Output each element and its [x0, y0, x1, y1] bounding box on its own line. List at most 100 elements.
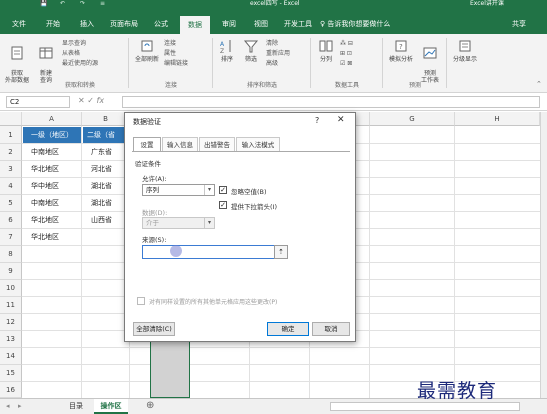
connections-button[interactable]: 连接: [164, 40, 176, 48]
dropdown-arrow-checkbox[interactable]: ✓: [219, 201, 227, 209]
remove-duplicates-icon[interactable]: ⊞ ⊡: [340, 50, 352, 58]
row-header[interactable]: 7: [0, 229, 22, 246]
edit-links-button[interactable]: 编辑链接: [164, 60, 188, 68]
from-table-button[interactable]: 从表格: [62, 50, 80, 58]
recent-sources-button[interactable]: 最近使用的源: [62, 60, 98, 68]
row-header[interactable]: 11: [0, 297, 22, 314]
show-queries-button[interactable]: 显示查询: [62, 40, 86, 48]
close-icon[interactable]: ✕: [337, 115, 345, 125]
source-input[interactable]: [142, 245, 288, 259]
tell-me-box[interactable]: ♀ 告诉我你想要做什么: [320, 16, 390, 32]
table-cell[interactable]: [83, 229, 129, 245]
new-query-button[interactable]: 新建 查询: [34, 38, 58, 84]
prev-sheet-icon[interactable]: ◂: [6, 402, 10, 410]
table-cell[interactable]: 华北地区: [23, 229, 81, 245]
table-cell[interactable]: 河北省: [83, 161, 129, 177]
row-header[interactable]: 3: [0, 161, 22, 178]
tab-error-alert[interactable]: 出错警告: [199, 137, 235, 151]
table-cell[interactable]: 湖北省: [83, 178, 129, 194]
table-cell[interactable]: 华北地区: [23, 161, 81, 177]
share-button[interactable]: 共享: [512, 16, 526, 32]
cancel-icon[interactable]: ✕: [78, 96, 85, 105]
refresh-all-button[interactable]: 全部刷新: [132, 38, 162, 63]
text-to-columns-button[interactable]: 分列: [314, 38, 338, 63]
clear-filter-button[interactable]: 清除: [266, 40, 278, 48]
column-header-a[interactable]: A: [22, 112, 82, 126]
outline-button[interactable]: 分级显示: [450, 38, 480, 63]
row-header[interactable]: 15: [0, 365, 22, 382]
header-cell-level2[interactable]: 二级（省: [83, 127, 129, 143]
flash-fill-icon[interactable]: ⁂ ⊟: [340, 40, 353, 48]
properties-button[interactable]: 属性: [164, 50, 176, 58]
table-cell[interactable]: 中南地区: [23, 195, 81, 211]
tab-insert[interactable]: 插入: [72, 15, 102, 33]
ignore-blank-checkbox[interactable]: ✓: [219, 186, 227, 194]
account-name[interactable]: Excel讲开课: [470, 0, 504, 7]
table-cell[interactable]: 湖北省: [83, 195, 129, 211]
tab-file[interactable]: 文件: [4, 15, 34, 33]
column-header-b[interactable]: B: [82, 112, 130, 126]
save-icon[interactable]: 💾: [40, 0, 47, 7]
next-sheet-icon[interactable]: ▸: [18, 402, 22, 410]
advanced-filter-button[interactable]: 高级: [266, 60, 278, 68]
clear-all-button[interactable]: 全部清除(C): [133, 322, 175, 336]
insert-function-icon[interactable]: fx: [97, 96, 105, 105]
forecast-sheet-button[interactable]: 预测 工作表: [418, 38, 442, 84]
row-header[interactable]: 14: [0, 348, 22, 365]
row-header[interactable]: 10: [0, 280, 22, 297]
enter-icon[interactable]: ✓: [87, 96, 96, 105]
apply-all-checkbox[interactable]: [137, 297, 145, 305]
vertical-scrollbar[interactable]: [540, 112, 547, 398]
row-header[interactable]: 1: [0, 126, 22, 144]
row-header[interactable]: 4: [0, 178, 22, 195]
name-box[interactable]: C2: [6, 96, 70, 108]
row-header[interactable]: 12: [0, 314, 22, 331]
filter-button[interactable]: 筛选: [240, 38, 262, 63]
undo-icon[interactable]: ↶: [60, 0, 65, 7]
tab-data[interactable]: 数据: [180, 16, 210, 34]
column-header-g[interactable]: G: [370, 112, 455, 126]
header-cell-level1[interactable]: 一级（地区）: [23, 127, 81, 143]
reapply-button[interactable]: 重新应用: [266, 50, 290, 58]
row-header[interactable]: 13: [0, 331, 22, 348]
table-cell[interactable]: 华北地区: [23, 212, 81, 228]
row-header[interactable]: 2: [0, 144, 22, 161]
table-cell[interactable]: 山西省: [83, 212, 129, 228]
tab-view[interactable]: 视图: [246, 15, 276, 33]
collapse-dialog-icon[interactable]: ⇡: [274, 245, 288, 259]
row-header[interactable]: 8: [0, 246, 22, 263]
formula-input[interactable]: [122, 96, 540, 108]
tab-ime-mode[interactable]: 输入法模式: [236, 137, 280, 151]
sheet-tab-catalog[interactable]: 目录: [60, 399, 92, 414]
row-header[interactable]: 16: [0, 382, 22, 398]
column-header-h[interactable]: H: [455, 112, 540, 126]
table-cell[interactable]: 中南地区: [23, 144, 81, 160]
sort-button[interactable]: AZ 排序: [216, 38, 238, 63]
what-if-button[interactable]: ? 模拟分析: [386, 38, 416, 63]
select-all-corner[interactable]: [0, 112, 22, 126]
customize-icon[interactable]: ≡: [100, 0, 105, 7]
redo-icon[interactable]: ↷: [80, 0, 85, 7]
table-cell[interactable]: 广东省: [83, 144, 129, 160]
help-icon[interactable]: ?: [315, 116, 319, 125]
row-header[interactable]: 6: [0, 212, 22, 229]
row-header[interactable]: 9: [0, 263, 22, 280]
tab-home[interactable]: 开始: [38, 15, 68, 33]
table-cell[interactable]: 华中地区: [23, 178, 81, 194]
tab-review[interactable]: 审阅: [214, 15, 244, 33]
tab-input-message[interactable]: 输入信息: [162, 137, 198, 151]
tab-formulas[interactable]: 公式: [146, 15, 176, 33]
horizontal-scrollbar[interactable]: [330, 402, 520, 411]
sheet-tab-operation[interactable]: 操作区: [94, 399, 128, 414]
allow-select[interactable]: 序列 ▾: [142, 184, 215, 196]
add-sheet-icon[interactable]: ⊕: [146, 400, 154, 411]
tab-settings[interactable]: 设置: [133, 137, 161, 152]
ok-button[interactable]: 确定: [267, 322, 309, 336]
tab-page-layout[interactable]: 页面布局: [104, 15, 144, 33]
data-validation-icon[interactable]: ☑ ⊠: [340, 60, 352, 68]
collapse-ribbon-icon[interactable]: ⌃: [536, 80, 542, 88]
tab-developer[interactable]: 开发工具: [280, 15, 316, 33]
cancel-button[interactable]: 取消: [312, 322, 350, 336]
get-external-data-button[interactable]: 获取 外部数据: [3, 38, 31, 84]
row-header[interactable]: 5: [0, 195, 22, 212]
